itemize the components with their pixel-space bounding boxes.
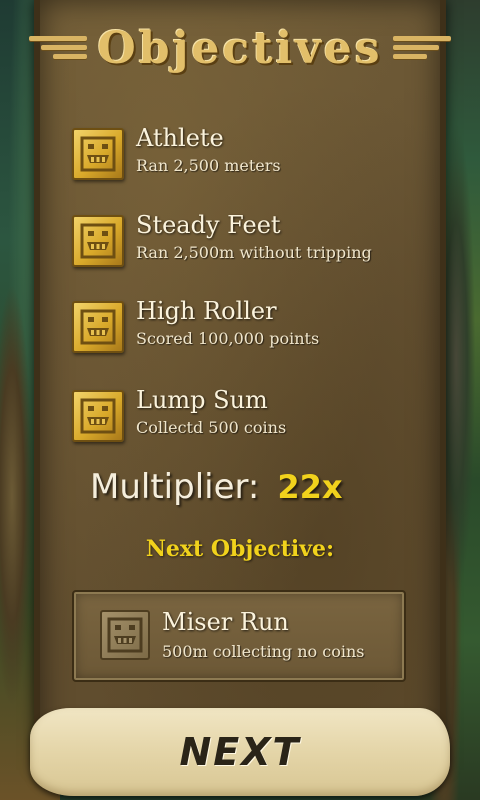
objective-description: Scored 100,000 points <box>136 329 320 348</box>
multiplier-label: Multiplier: <box>90 467 260 507</box>
title-wing-left-icon <box>29 34 88 62</box>
idol-icon <box>72 215 124 267</box>
objective-item-high-roller: High Roller Scored 100,000 points <box>72 297 432 357</box>
objective-description: Ran 2,500 meters <box>136 156 281 175</box>
multiplier-row: Multiplier: 22x <box>90 462 343 512</box>
idol-icon <box>72 301 124 353</box>
objective-item-steady-feet: Steady Feet Ran 2,500m without tripping <box>72 211 432 271</box>
objective-title: High Roller <box>136 297 277 325</box>
objective-title: Steady Feet <box>136 211 281 239</box>
next-objective-card: Miser Run 500m collecting no coins <box>72 590 406 682</box>
title-banner: Objectives <box>29 18 451 78</box>
title-wing-right-icon <box>392 34 451 62</box>
next-objective-description: 500m collecting no coins <box>162 642 365 661</box>
next-objective-title: Miser Run <box>162 608 289 636</box>
page-title: Objectives <box>97 22 383 74</box>
objective-title: Lump Sum <box>136 386 268 414</box>
objective-description: Ran 2,500m without tripping <box>136 243 372 262</box>
objective-description: Collectd 500 coins <box>136 418 287 437</box>
idol-locked-icon <box>100 610 150 660</box>
objective-item-lump-sum: Lump Sum Collectd 500 coins <box>72 386 432 446</box>
idol-icon <box>72 390 124 442</box>
next-button-label: NEXT <box>179 730 301 774</box>
objective-item-athlete: Athlete Ran 2,500 meters <box>72 124 432 184</box>
next-button[interactable]: NEXT <box>30 708 450 796</box>
multiplier-value: 22x <box>277 468 343 506</box>
objective-title: Athlete <box>136 124 224 152</box>
idol-icon <box>72 128 124 180</box>
next-objective-heading: Next Objective: <box>145 536 335 562</box>
